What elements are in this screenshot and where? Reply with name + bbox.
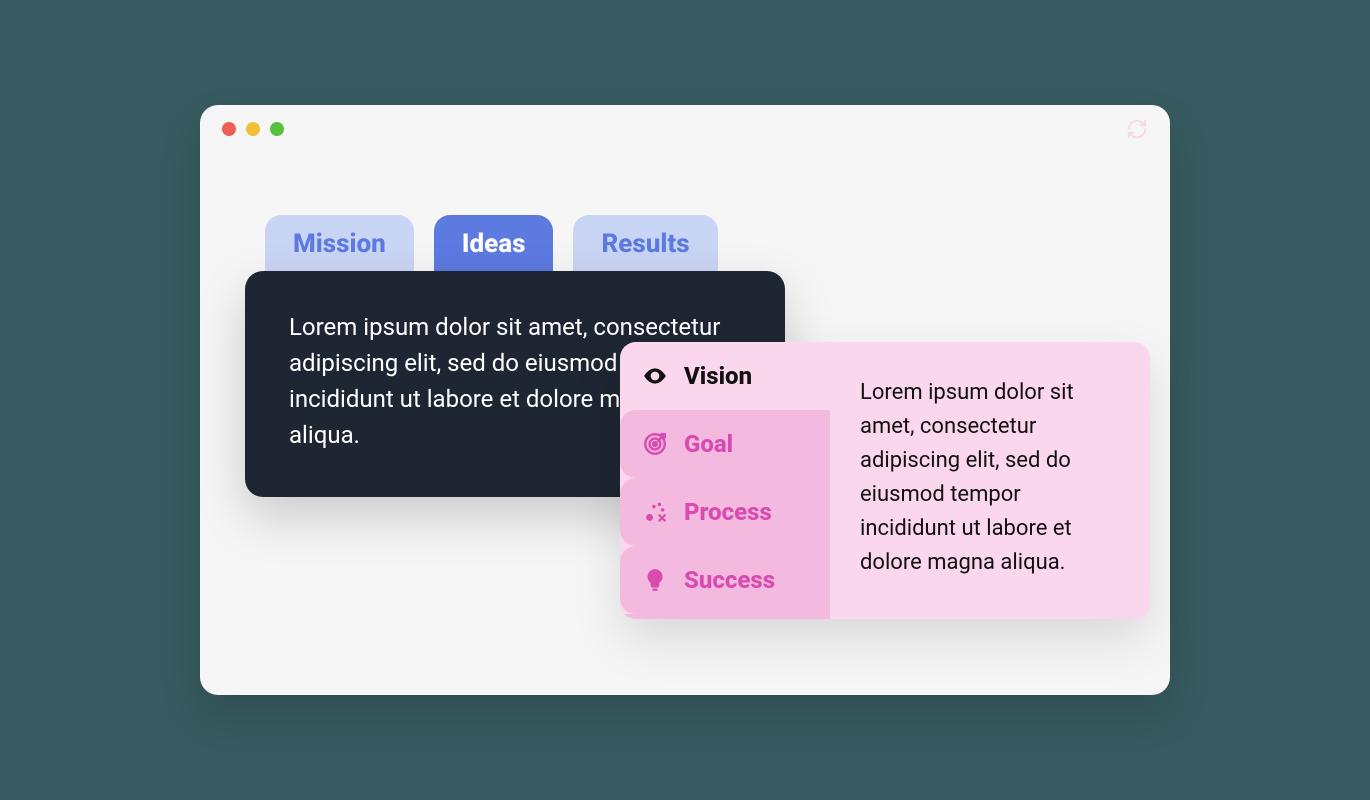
lightbulb-icon <box>642 567 668 593</box>
list-item-success[interactable]: Success <box>620 546 830 614</box>
list-item-goal[interactable]: Goal <box>620 410 830 478</box>
list-item-label: Process <box>684 498 772 526</box>
vertical-list: Vision Goal Process <box>620 342 830 619</box>
eye-icon <box>642 363 668 389</box>
target-icon <box>642 431 668 457</box>
strategy-icon <box>642 499 668 525</box>
window: Mission Ideas Results Lorem ipsum dolor … <box>200 105 1170 695</box>
list-item-process[interactable]: Process <box>620 478 830 546</box>
list-item-label: Goal <box>684 430 733 458</box>
canvas: Mission Ideas Results Lorem ipsum dolor … <box>200 105 1170 695</box>
tabbar: Mission Ideas Results <box>245 215 785 271</box>
list-item-label: Success <box>684 566 775 594</box>
list-item-vision[interactable]: Vision <box>620 342 830 410</box>
list-panel: Lorem ipsum dolor sit amet, consectetur … <box>830 342 1150 619</box>
list-card: Vision Goal Process <box>620 342 1150 619</box>
list-item-label: Vision <box>684 362 752 390</box>
list-spacer <box>620 614 830 619</box>
